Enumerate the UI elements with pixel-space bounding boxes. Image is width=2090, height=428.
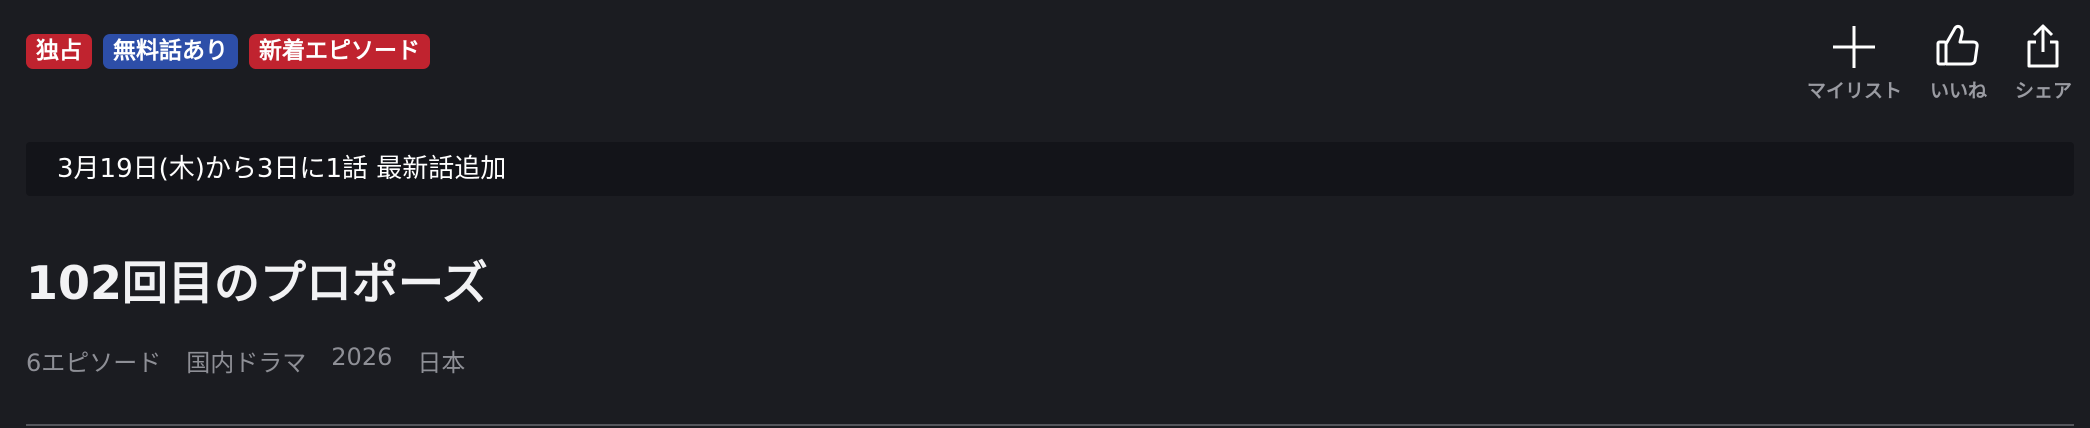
schedule-notice: 3月19日(木)から3日に1話 最新話追加 [26,142,2074,196]
country-label: 日本 [417,349,466,377]
mylist-label: マイリスト [1806,80,1902,102]
meta-info: 6エピソード 国内ドラマ 2026 日本 [26,343,465,378]
share-label: シェア [2014,80,2072,102]
badge-new-episode: 新着エピソード [249,34,430,69]
page-title: 102回目のプロポーズ [26,256,488,310]
plus-icon [1833,26,1876,68]
genre-label: 国内ドラマ [186,349,307,377]
like-label: いいね [1929,80,1987,102]
thumbs-up-icon [1936,24,1980,66]
badge-free-episodes: 無料話あり [103,34,238,69]
title-detail-header: 独占 無料話あり 新着エピソード マイリスト いいね シェア 3月19日(木)か… [0,0,2090,428]
episode-count: 6エピソード [26,349,162,377]
share-icon [2027,24,2059,68]
action-buttons: マイリスト いいね シェア [1807,22,2072,103]
share-button[interactable]: シェア [2015,22,2072,103]
badge-row: 独占 無料話あり 新着エピソード [26,34,430,69]
release-year: 2026 [331,343,393,371]
divider [26,424,2074,426]
like-button[interactable]: いいね [1930,22,1987,103]
badge-exclusive: 独占 [26,34,92,69]
mylist-button[interactable]: マイリスト [1807,22,1902,103]
